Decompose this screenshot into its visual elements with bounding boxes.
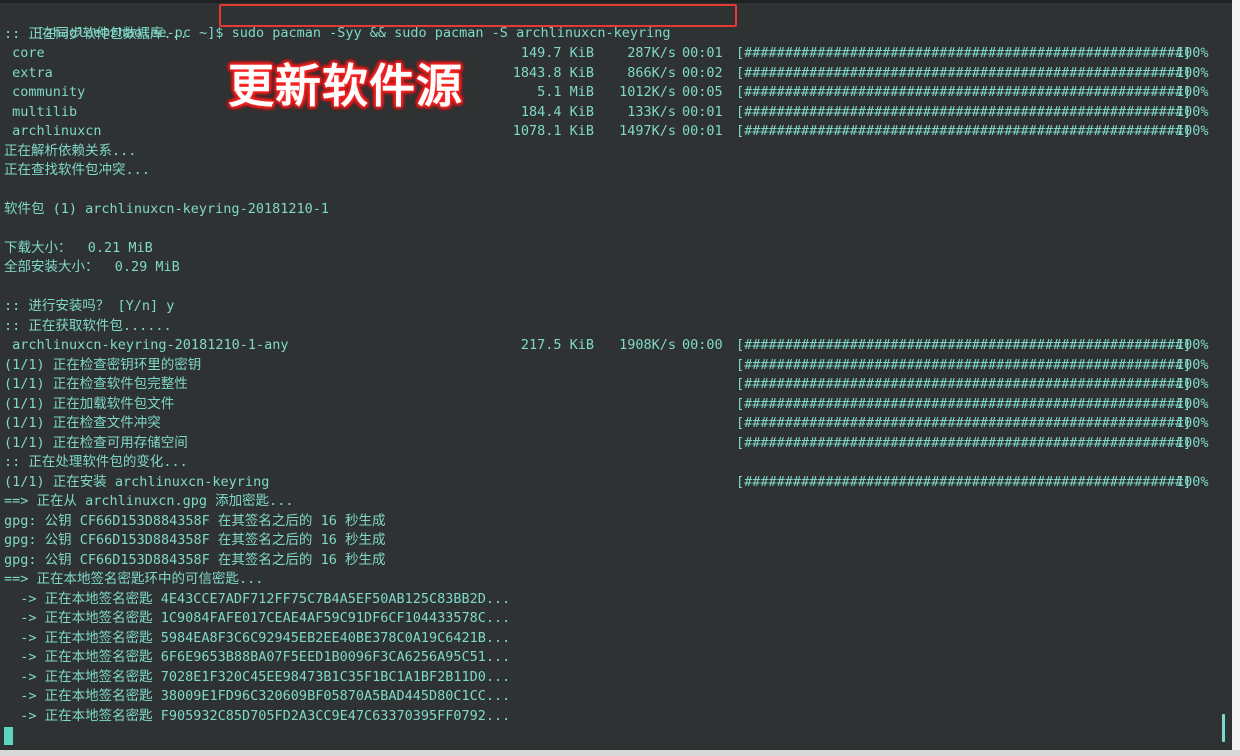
fetching-line: :: 正在获取软件包...... [4, 317, 172, 334]
progress-percent: 100% [1176, 64, 1209, 81]
repo-size: 1843.8 KiB [512, 64, 594, 81]
installing-text: (1/1) 正在安装 archlinuxcn-keyring [4, 473, 270, 490]
repo-size: 149.7 KiB [520, 45, 594, 61]
repo-name: core [4, 45, 45, 61]
repo-speed: 1012K/s [619, 84, 676, 100]
progress-percent: 100% [1176, 434, 1209, 451]
window-top-edge [0, 0, 1240, 3]
repo-speed: 133K/s [627, 103, 676, 120]
repo-size: 1078.1 KiB [512, 123, 594, 139]
check-text: (1/1) 正在加载软件包文件 [4, 395, 175, 412]
repo-name: archlinuxcn [4, 123, 102, 139]
progress-percent: 100% [1176, 395, 1209, 412]
progress-percent: 100% [1176, 376, 1209, 392]
command-text: sudo pacman -Syy && sudo pacman -S archl… [231, 25, 671, 42]
fetch-row: archlinuxcn-keyring-20181210-1-any 217.5… [4, 336, 1234, 355]
fetch-time: 00:00 [682, 337, 723, 353]
gpg-line: gpg: 公钥 CF66D153D884358F 在其签名之后的 16 秒生成 [4, 512, 386, 529]
progress-percent: 100% [1176, 337, 1209, 353]
fetch-speed: 1908K/s [619, 337, 676, 353]
progress-bar: [#######################################… [736, 84, 1192, 100]
check-text: (1/1) 正在检查软件包完整性 [4, 376, 188, 392]
repo-row: core 149.7 KiB 287K/s 00:01 [###########… [4, 44, 1234, 63]
confirm-line: :: 进行安装吗？ [Y/n] y [4, 298, 175, 314]
gpg-line: gpg: 公钥 CF66D153D884358F 在其签名之后的 16 秒生成 [4, 532, 386, 548]
progress-percent: 100% [1176, 103, 1209, 120]
progress-bar: [#######################################… [736, 415, 1192, 431]
sign-key-line: -> 正在本地签名密匙 6F6E9653B88BA07F5EED1B0096F3… [4, 649, 511, 665]
progress-bar: [#######################################… [736, 45, 1192, 61]
fetch-package-name: archlinuxcn-keyring-20181210-1-any [4, 337, 289, 353]
progress-percent: 100% [1176, 84, 1209, 100]
sign-key-line: -> 正在本地签名密匙 7028E1F320C45EE98473B1C35F1B… [4, 668, 511, 685]
progress-bar: [#######################################… [736, 395, 1192, 412]
progress-bar: [#######################################… [736, 356, 1192, 373]
adding-keys-line: ==> 正在从 archlinuxcn.gpg 添加密匙... [4, 493, 294, 509]
download-size-line: 下载大小： 0.21 MiB [4, 239, 153, 256]
sign-key-line: -> 正在本地签名密匙 5984EA8F3C6C92945EB2EE40BE37… [4, 629, 511, 646]
terminal-cursor [4, 727, 13, 745]
fetch-size: 217.5 KiB [520, 337, 594, 353]
scrollbar-thumb[interactable] [1222, 714, 1225, 742]
install-size-line: 全部安装大小： 0.29 MiB [4, 259, 180, 275]
resolving-line: 正在解析依赖关系... [4, 142, 137, 159]
command-highlight-box [219, 4, 737, 27]
progress-bar: [#######################################… [736, 434, 1192, 451]
window-bottom-edge [0, 750, 1240, 756]
sign-key-line: -> 正在本地签名密匙 4E43CCE7ADF712FF75C7B4A5EF50… [4, 590, 511, 607]
repo-speed: 866K/s [627, 64, 676, 81]
check-text: (1/1) 正在检查可用存储空间 [4, 434, 188, 451]
repo-row: extra 1843.8 KiB 866K/s 00:02 [#########… [4, 64, 1234, 83]
repo-speed: 1497K/s [619, 123, 676, 139]
repo-speed: 287K/s [627, 45, 676, 61]
progress-percent: 100% [1176, 356, 1209, 373]
repo-row: multilib 184.4 KiB 133K/s 00:01 [#######… [4, 103, 1234, 122]
sign-key-line: -> 正在本地签名密匙 F905932C85D705FD2A3CC9E47C63… [4, 707, 511, 724]
repo-row: community 5.1 MiB 1012K/s 00:05 [#######… [4, 83, 1234, 102]
repo-row: archlinuxcn 1078.1 KiB 1497K/s 00:01 [##… [4, 122, 1234, 141]
check-text: (1/1) 正在检查文件冲突 [4, 415, 161, 431]
local-sign-line: ==> 正在本地签名密匙环中的可信密匙... [4, 571, 264, 587]
progress-bar: [#######################################… [736, 123, 1192, 139]
repo-time: 00:01 [682, 45, 723, 61]
check-row: (1/1) 正在检查文件冲突 [########################… [4, 414, 1234, 433]
repo-name: extra [4, 64, 53, 81]
processing-line: :: 正在处理软件包的变化... [4, 454, 188, 470]
installing-row: (1/1) 正在安装 archlinuxcn-keyring [########… [4, 473, 1234, 492]
progress-bar: [#######################################… [736, 473, 1192, 490]
annotation-overlay-text: 更新软件源 [228, 59, 463, 113]
terminal-window[interactable]: [zhaolee@zhaolee-pc ~]$ sudo pacman -Syy… [0, 0, 1240, 756]
progress-percent: 100% [1176, 473, 1209, 490]
check-row: (1/1) 正在检查密钥环里的密钥 [#####################… [4, 356, 1234, 375]
window-right-edge [1232, 0, 1240, 750]
repo-time: 00:01 [682, 103, 723, 120]
progress-bar: [#######################################… [736, 103, 1192, 120]
check-text: (1/1) 正在检查密钥环里的密钥 [4, 356, 202, 373]
check-row: (1/1) 正在检查可用存储空间 [######################… [4, 434, 1234, 453]
repo-size: 184.4 KiB [520, 103, 594, 120]
progress-bar: [#######################################… [736, 337, 1192, 353]
repo-time: 00:01 [682, 123, 723, 139]
gpg-line: gpg: 公钥 CF66D153D884358F 在其签名之后的 16 秒生成 [4, 551, 386, 568]
conflicts-line: 正在查找软件包冲突... [4, 162, 150, 178]
progress-percent: 100% [1176, 415, 1209, 431]
progress-bar: [#######################################… [736, 64, 1192, 81]
sync-message: :: 正在同步软件包数据库... [4, 25, 188, 42]
check-row: (1/1) 正在加载软件包文件 [#######################… [4, 395, 1234, 414]
sign-key-line: -> 正在本地签名密匙 38009E1FD96C320609BF05870A5B… [4, 688, 511, 704]
sign-key-line: -> 正在本地签名密匙 1C9084FAFE017CEAE4AF59C91DF6… [4, 610, 511, 626]
progress-percent: 100% [1176, 45, 1209, 61]
repo-time: 00:02 [682, 64, 723, 81]
repo-name: multilib [4, 103, 78, 120]
repo-name: community [4, 84, 86, 100]
check-row: (1/1) 正在检查软件包完整性 [######################… [4, 375, 1234, 394]
progress-bar: [#######################################… [736, 376, 1192, 392]
package-line: 软件包 (1) archlinuxcn-keyring-20181210-1 [4, 201, 329, 217]
repo-size: 5.1 MiB [537, 84, 594, 100]
progress-percent: 100% [1176, 123, 1209, 139]
repo-time: 00:05 [682, 84, 723, 100]
